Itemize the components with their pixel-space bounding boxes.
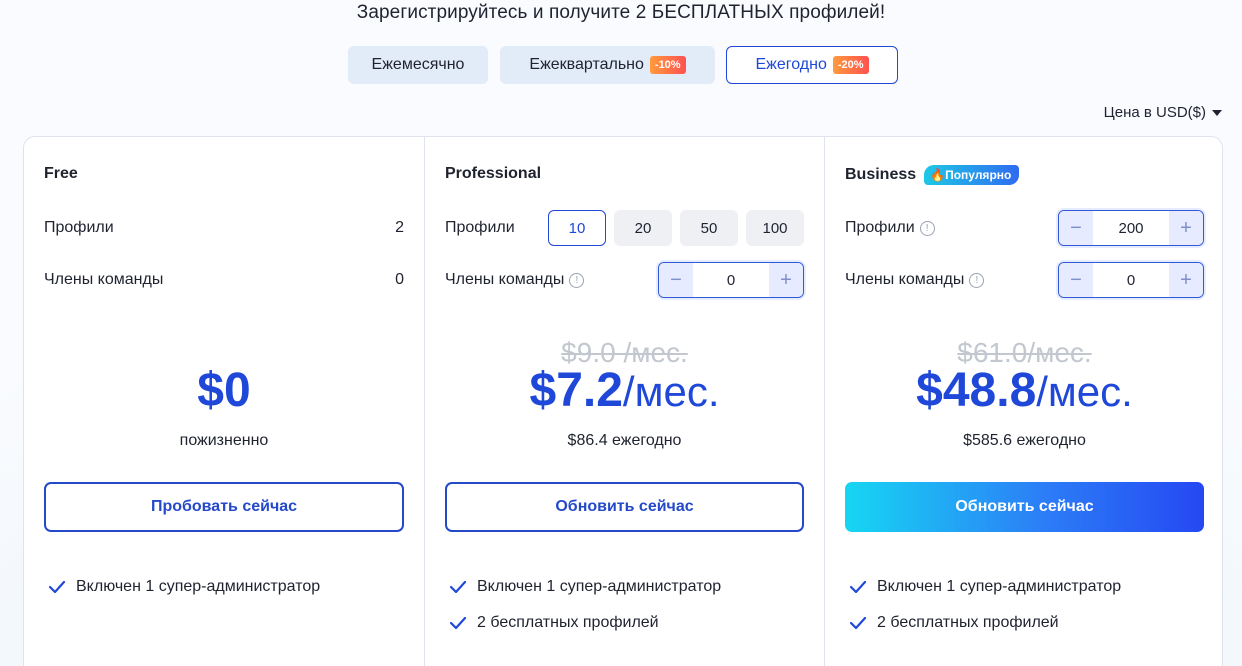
upgrade-now-button[interactable]: Обновить сейчас	[845, 482, 1204, 532]
feature-label: 2 бесплатных профилей	[877, 614, 1059, 631]
price-amount: $48.8	[916, 364, 1037, 417]
feature-label: Включен 1 супер-администратор	[877, 578, 1122, 595]
plan-name: Business	[845, 166, 917, 183]
price: $7.2/мес.	[425, 364, 824, 418]
pricing-plans: Free Профили 2 Члены команды 0 $0 пожизн…	[23, 136, 1223, 666]
price-period: пожизненно	[179, 432, 269, 449]
members-row: Члены команды ! − 0 +	[845, 262, 1204, 298]
members-label-wrap: Члены команды !	[445, 271, 585, 289]
plan-name-wrap: Business 🔥Популярно	[845, 165, 1020, 185]
members-row: Члены команды 0	[44, 262, 404, 298]
price: $48.8/мес.	[825, 364, 1222, 418]
currency-label: Цена в USD($)	[1103, 104, 1206, 121]
plan-business: Business 🔥Популярно Профили ! − 200 + Чл…	[824, 137, 1222, 666]
members-stepper-value[interactable]: 0	[693, 263, 769, 297]
check-icon	[449, 616, 467, 630]
plan-name: Free	[44, 165, 78, 182]
feature-item: Включен 1 супер-администратор	[449, 578, 721, 596]
tab-yearly[interactable]: Ежегодно -20%	[726, 46, 898, 84]
profile-option-10[interactable]: 10	[548, 210, 606, 246]
upgrade-now-button[interactable]: Обновить сейчас	[445, 482, 804, 532]
members-label-wrap: Члены команды !	[845, 271, 985, 289]
quarterly-discount-badge: -10%	[649, 56, 686, 74]
popular-badge: 🔥Популярно	[924, 165, 1020, 185]
tab-yearly-label: Ежегодно	[755, 56, 827, 73]
feature-label: Включен 1 супер-администратор	[477, 578, 722, 595]
info-icon[interactable]: !	[919, 220, 935, 236]
tab-monthly[interactable]: Ежемесячно	[348, 46, 488, 84]
feature-item: Включен 1 супер-администратор	[849, 578, 1121, 596]
profiles-label-wrap: Профили !	[845, 219, 935, 237]
check-icon	[48, 580, 66, 594]
profile-option-50[interactable]: 50	[680, 210, 738, 246]
profiles-row: Профили 2	[44, 210, 404, 246]
page-headline: Зарегистрируйтесь и получите 2 БЕСПЛАТНЫ…	[356, 2, 886, 23]
members-stepper: − 0 +	[1058, 262, 1204, 298]
check-icon	[849, 580, 867, 594]
decrement-button[interactable]: −	[1059, 211, 1093, 245]
feature-item: 2 бесплатных профилей	[449, 614, 659, 632]
plan-name: Professional	[445, 165, 542, 182]
caret-down-icon	[1212, 109, 1222, 116]
price-amount: $0	[197, 364, 251, 417]
profiles-stepper: − 200 +	[1058, 210, 1204, 246]
plan-professional: Professional Профили 10 20 50 100 Члены …	[424, 137, 824, 666]
profiles-row: Профили 10 20 50 100	[445, 210, 804, 246]
info-icon[interactable]: !	[569, 272, 585, 288]
price-amount: $7.2	[529, 364, 623, 417]
profiles-stepper-value[interactable]: 200	[1093, 211, 1169, 245]
profiles-label: Профили	[445, 219, 515, 236]
annual-price: $86.4 ежегодно	[567, 432, 682, 449]
feature-item: Включен 1 супер-администратор	[48, 578, 320, 596]
feature-label: Включен 1 супер-администратор	[76, 578, 321, 595]
members-value: 0	[395, 271, 404, 288]
tab-quarterly[interactable]: Ежеквартально -10%	[500, 46, 715, 84]
annual-price: $585.6 ежегодно	[963, 432, 1086, 449]
increment-button[interactable]: +	[769, 263, 803, 297]
tab-quarterly-label: Ежеквартально	[529, 56, 644, 73]
currency-selector[interactable]: Цена в USD($)	[1104, 104, 1222, 121]
profiles-row: Профили ! − 200 +	[845, 210, 1204, 246]
yearly-discount-badge: -20%	[832, 56, 869, 74]
popular-badge-label: Популярно	[945, 168, 1012, 182]
increment-button[interactable]: +	[1169, 211, 1203, 245]
plan-free: Free Профили 2 Члены команды 0 $0 пожизн…	[24, 137, 424, 666]
decrement-button[interactable]: −	[1059, 263, 1093, 297]
members-label: Члены команды	[445, 271, 565, 288]
price-per: /мес.	[622, 368, 720, 415]
members-stepper: − 0 +	[658, 262, 804, 298]
decrement-button[interactable]: −	[659, 263, 693, 297]
profile-option-20[interactable]: 20	[614, 210, 672, 246]
profile-options: 10 20 50 100	[548, 210, 804, 246]
profile-option-100[interactable]: 100	[746, 210, 804, 246]
fire-icon: 🔥	[930, 168, 946, 182]
check-icon	[449, 580, 467, 594]
price-per: /мес.	[1036, 368, 1133, 415]
members-row: Члены команды ! − 0 +	[445, 262, 804, 298]
profiles-label: Профили	[44, 219, 114, 236]
profiles-value: 2	[395, 219, 404, 236]
profiles-label: Профили	[845, 219, 915, 236]
tab-monthly-label: Ежемесячно	[371, 56, 465, 73]
members-stepper-value[interactable]: 0	[1093, 263, 1169, 297]
feature-label: 2 бесплатных профилей	[477, 614, 659, 631]
members-label: Члены команды	[44, 271, 164, 288]
check-icon	[849, 616, 867, 630]
feature-item: 2 бесплатных профилей	[849, 614, 1059, 632]
info-icon[interactable]: !	[969, 272, 985, 288]
price: $0	[24, 364, 424, 418]
increment-button[interactable]: +	[1169, 263, 1203, 297]
members-label: Члены команды	[845, 271, 965, 288]
try-now-button[interactable]: Пробовать сейчас	[44, 482, 404, 532]
